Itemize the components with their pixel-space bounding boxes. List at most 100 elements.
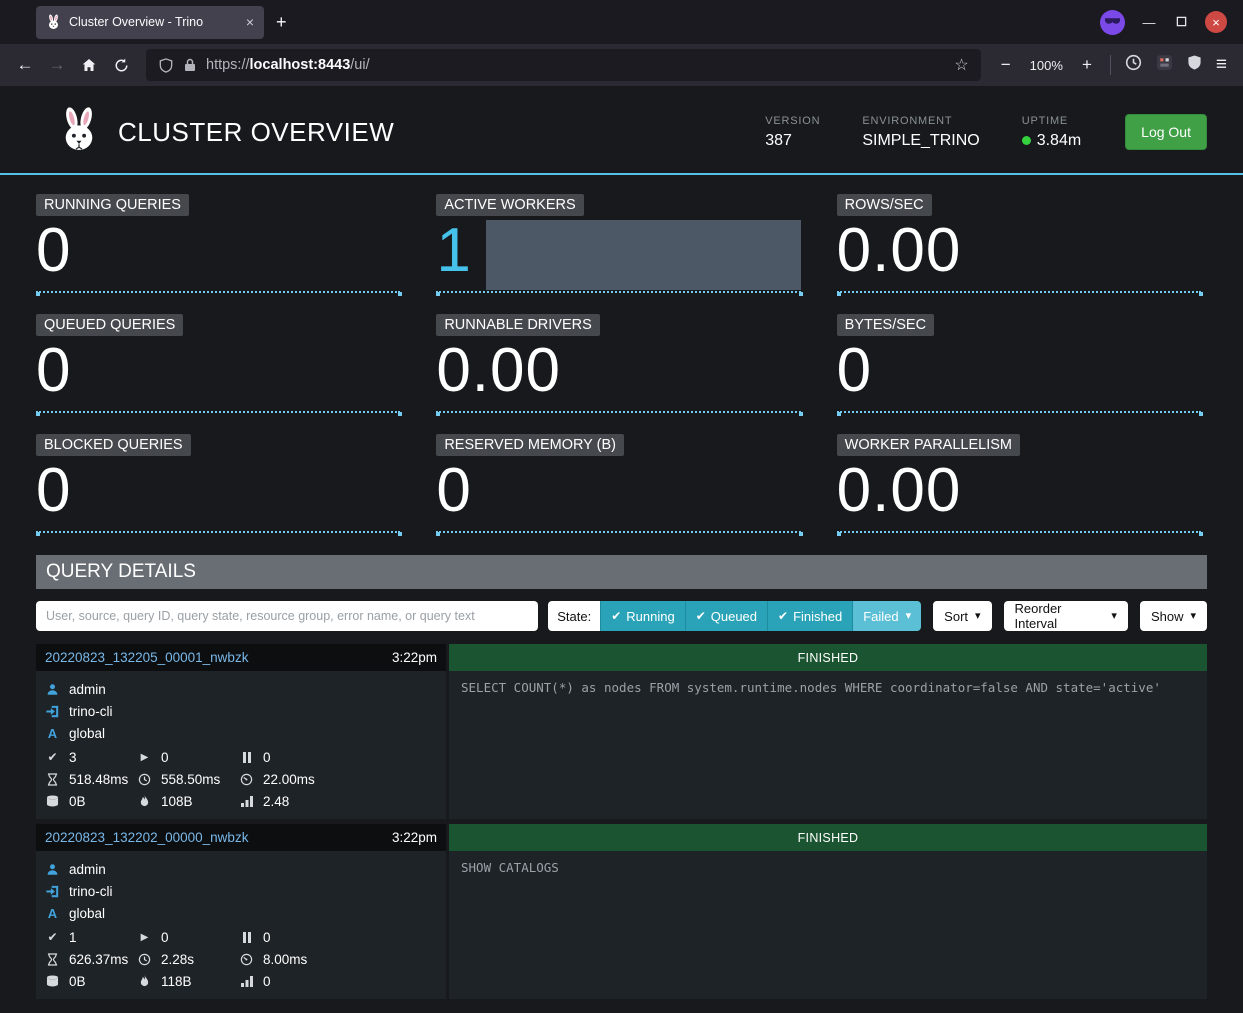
queued-splits-icon xyxy=(239,932,254,943)
back-button[interactable]: ← xyxy=(10,50,40,80)
state-queued-label: Queued xyxy=(711,609,757,624)
total-time: 558.50ms xyxy=(161,772,220,787)
sparkline xyxy=(36,291,400,293)
query-id-link[interactable]: 20220823_132202_00000_nwbzk xyxy=(45,830,392,845)
reorder-interval-dropdown[interactable]: Reorder Interval ▾ xyxy=(1004,601,1128,631)
maximize-button[interactable] xyxy=(1173,15,1189,30)
current-memory-icon xyxy=(45,795,60,807)
query-time: 3:22pm xyxy=(392,830,437,845)
query-id-link[interactable]: 20220823_132205_00001_nwbzk xyxy=(45,650,392,665)
state-running-button[interactable]: ✔ Running xyxy=(600,601,685,631)
query-status-badge: FINISHED xyxy=(449,644,1207,671)
trino-page: CLUSTER OVERVIEW VERSION 387 ENVIRONMENT… xyxy=(0,86,1243,1013)
wall-time: 518.48ms xyxy=(69,772,128,787)
zoom-level[interactable]: 100% xyxy=(1030,58,1063,73)
environment-label: ENVIRONMENT xyxy=(862,115,979,127)
cluster-stats-grid: RUNNING QUERIES 0 ACTIVE WORKERS 1 ROWS/… xyxy=(36,181,1207,541)
query-entry: 20220823_132205_00001_nwbzk 3:22pm FINIS… xyxy=(36,644,1207,819)
state-failed-label: Failed xyxy=(863,609,898,624)
peak-memory: 108B xyxy=(161,794,193,809)
state-queued-button[interactable]: ✔ Queued xyxy=(685,601,767,631)
stat-label: BYTES/SEC xyxy=(837,314,934,336)
sparkline xyxy=(837,291,1201,293)
parallelism: 0 xyxy=(263,974,271,989)
uptime-value: 3.84m xyxy=(1037,132,1081,150)
private-browsing-icon[interactable] xyxy=(1100,10,1125,35)
url-bar[interactable]: https://localhost:8443/ui/ ☆ xyxy=(146,49,981,81)
total-time: 2.28s xyxy=(161,952,194,967)
query-sql-text: SHOW CATALOGS xyxy=(449,851,1207,999)
query-toolbar: State: ✔ Running ✔ Queued ✔ Finished Fa xyxy=(36,601,1207,631)
cpu-time-icon xyxy=(239,953,254,966)
state-running-label: Running xyxy=(626,609,674,624)
sparkline xyxy=(36,411,400,413)
stat-value: 1 xyxy=(436,219,471,282)
sparkline-area-fill xyxy=(486,220,801,290)
stat-label: RUNNING QUERIES xyxy=(36,194,189,216)
wall-time-icon xyxy=(45,773,60,786)
uptime-block: UPTIME 3.84m xyxy=(1022,115,1081,150)
url-text: https://localhost:8443/ui/ xyxy=(206,57,370,73)
source-login-icon xyxy=(45,885,60,898)
tile-worker-parallelism: WORKER PARALLELISM 0.00 xyxy=(837,421,1207,541)
query-id-row: 20220823_132205_00001_nwbzk 3:22pm xyxy=(36,644,446,671)
history-clock-icon[interactable] xyxy=(1125,54,1142,76)
completed-splits-icon: ✔ xyxy=(45,750,60,764)
privacy-shield-icon[interactable] xyxy=(1187,54,1202,76)
browser-tab[interactable]: Cluster Overview - Trino × xyxy=(36,6,264,39)
logout-button[interactable]: Log Out xyxy=(1125,114,1207,150)
environment-block: ENVIRONMENT SIMPLE_TRINO xyxy=(862,115,979,150)
source-login-icon xyxy=(45,705,60,718)
stat-label: QUEUED QUERIES xyxy=(36,314,183,336)
queued-splits: 0 xyxy=(263,930,271,945)
query-details-header: QUERY DETAILS xyxy=(36,555,1207,589)
menu-icon[interactable]: ≡ xyxy=(1216,54,1227,76)
home-button[interactable] xyxy=(74,50,104,80)
query-status-badge: FINISHED xyxy=(449,824,1207,851)
stat-value: 0 xyxy=(36,339,71,402)
url-host: localhost:8443 xyxy=(250,57,351,73)
minimize-button[interactable]: — xyxy=(1141,15,1157,30)
sort-dropdown[interactable]: Sort ▾ xyxy=(933,601,991,631)
wall-time-icon xyxy=(45,953,60,966)
zoom-out-button[interactable]: − xyxy=(991,50,1021,80)
state-filter-group: State: ✔ Running ✔ Queued ✔ Finished Fa xyxy=(548,601,921,631)
tracking-shield-icon[interactable] xyxy=(158,58,173,73)
tile-running-queries: RUNNING QUERIES 0 xyxy=(36,181,406,301)
zoom-in-button[interactable]: + xyxy=(1072,50,1102,80)
tile-active-workers: ACTIVE WORKERS 1 xyxy=(436,181,806,301)
resource-group-icon: A xyxy=(45,726,60,741)
chevron-down-icon: ▾ xyxy=(906,611,912,622)
reload-button[interactable] xyxy=(106,50,136,80)
new-tab-button[interactable]: + xyxy=(264,10,299,35)
stat-label: RESERVED MEMORY (B) xyxy=(436,434,624,456)
lock-icon[interactable] xyxy=(182,58,197,72)
tab-close-icon[interactable]: × xyxy=(246,14,254,30)
url-path: /ui/ xyxy=(350,57,369,73)
peak-memory: 118B xyxy=(161,974,192,989)
running-splits: 0 xyxy=(161,930,169,945)
trino-logo xyxy=(58,106,100,158)
stat-label: WORKER PARALLELISM xyxy=(837,434,1020,456)
bookmark-star-icon[interactable]: ☆ xyxy=(954,55,968,75)
stat-value: 0.00 xyxy=(837,459,962,522)
stat-value: 0.00 xyxy=(436,339,561,402)
extension-icon[interactable] xyxy=(1156,54,1173,76)
show-dropdown[interactable]: Show ▾ xyxy=(1140,601,1207,631)
check-icon: ✔ xyxy=(696,610,706,622)
forward-button[interactable]: → xyxy=(42,50,72,80)
toolbar-divider xyxy=(1110,55,1111,75)
uptime-label: UPTIME xyxy=(1022,115,1081,127)
chevron-down-icon: ▾ xyxy=(1190,611,1196,622)
query-search-input[interactable] xyxy=(36,601,538,631)
stat-value: 0 xyxy=(837,339,872,402)
tile-rows-per-sec: ROWS/SEC 0.00 xyxy=(837,181,1207,301)
sparkline xyxy=(837,531,1201,533)
tab-title: Cluster Overview - Trino xyxy=(69,15,238,29)
check-icon: ✔ xyxy=(778,610,788,622)
sparkline xyxy=(436,531,800,533)
queued-splits: 0 xyxy=(263,750,271,765)
close-button[interactable]: × xyxy=(1205,11,1227,33)
state-failed-dropdown[interactable]: Failed ▾ xyxy=(852,601,921,631)
state-finished-button[interactable]: ✔ Finished xyxy=(767,601,852,631)
